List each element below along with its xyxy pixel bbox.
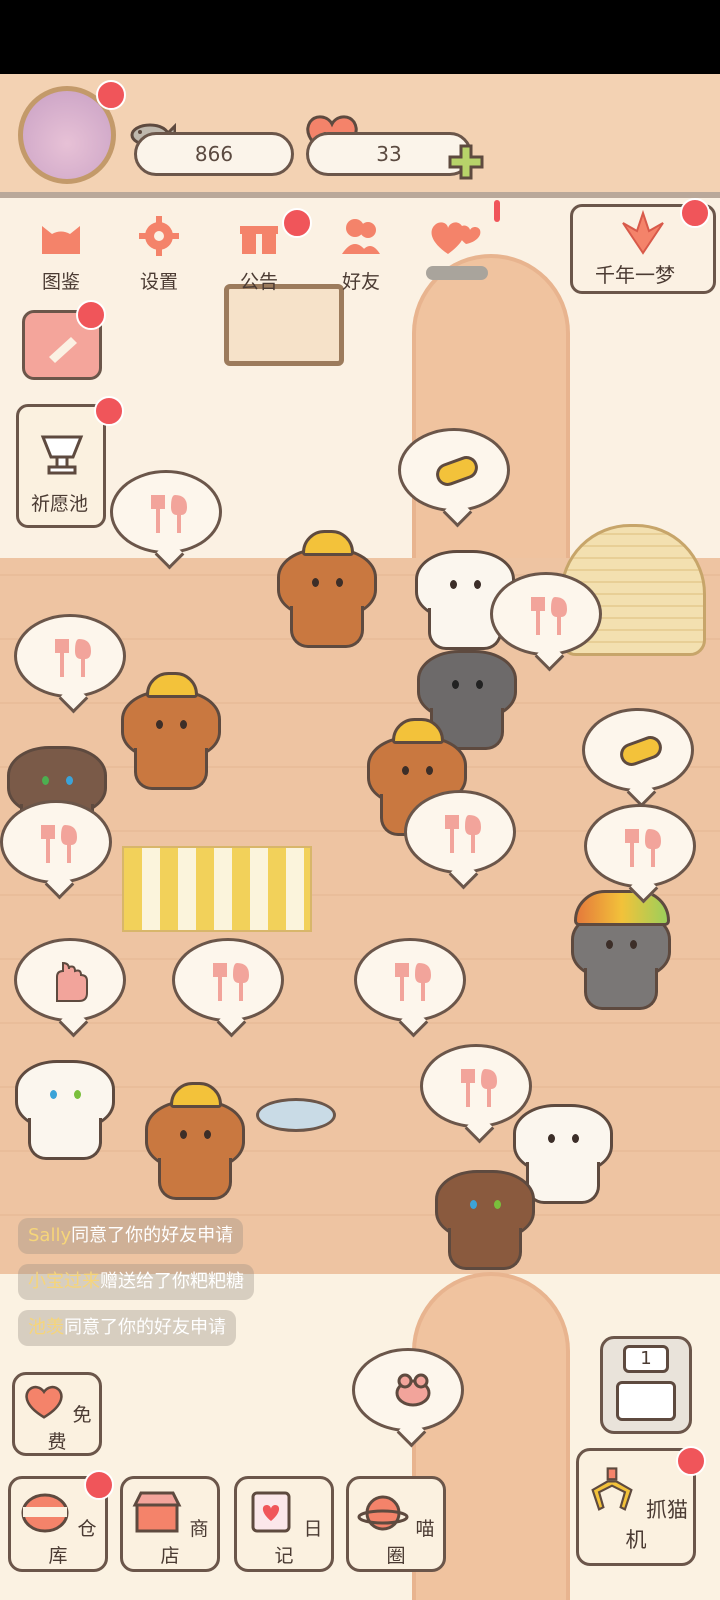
slot-count-display: 1 [623, 1345, 669, 1373]
nav-favorites[interactable] [426, 214, 496, 280]
corn-dog-icon [436, 456, 478, 486]
shop-icon [133, 1491, 182, 1533]
feed-user-name: 小宝过来 [28, 1271, 100, 1292]
slot-machine-button[interactable]: 1 [600, 1336, 692, 1434]
fork-spoon-icon [395, 963, 431, 1001]
bubble-food-request-2[interactable] [582, 708, 694, 792]
bubble-feed-request-9[interactable] [420, 1044, 532, 1128]
free-hearts-button[interactable]: 免费 [12, 1372, 102, 1456]
fork-spoon-icon [445, 815, 481, 853]
event-badge [680, 198, 710, 228]
flower-icon [622, 209, 664, 255]
storage-pot-icon [21, 1493, 69, 1533]
heart-icon [25, 1385, 64, 1419]
nav-collection-label: 图鉴 [41, 271, 80, 293]
feed-message: 同意了你的好友申请 [64, 1317, 226, 1338]
cat-white-odd-eyes[interactable] [10, 1060, 120, 1160]
photo-frame[interactable] [224, 284, 344, 366]
cat-orange-helmet-4[interactable] [140, 1082, 250, 1200]
feed-item: 池羡同意了你的好友申请 [18, 1310, 236, 1346]
feed-user-name: 池羡 [28, 1317, 64, 1338]
friends-icon [342, 219, 380, 254]
bubble-feed-request-2[interactable] [490, 572, 602, 656]
bubble-feed-request-5[interactable] [584, 804, 696, 888]
cat-rainbow-hat[interactable] [566, 890, 676, 1010]
fork-spoon-icon [151, 495, 187, 533]
fish-count: 866 [194, 142, 234, 166]
diary-icon [251, 1491, 291, 1533]
announcement-badge [282, 208, 312, 238]
claw-machine-badge [676, 1446, 706, 1476]
favorites-alert-mark [494, 200, 500, 222]
wishing-pool-button[interactable]: 祈愿池 [16, 404, 106, 528]
wishing-pool-badge [94, 396, 124, 426]
event-banner-label: 千年一梦 [595, 263, 675, 287]
add-hearts-button[interactable] [446, 142, 486, 182]
diary-button[interactable]: 日记 [234, 1476, 334, 1572]
gear-icon [139, 216, 179, 256]
fork-spoon-icon [461, 1069, 497, 1107]
cat-orange-helmet-2[interactable] [116, 672, 226, 790]
cat-tortoiseshell[interactable] [430, 1170, 540, 1270]
feed-item: 小宝过来赠送给了你粑粑糖 [18, 1264, 254, 1300]
fork-spoon-icon [41, 825, 77, 863]
feed-user-name: Sally [28, 1225, 72, 1246]
feed-message: 赠送给了你粑粑糖 [100, 1271, 244, 1292]
warehouse-badge [84, 1470, 114, 1500]
shop-button[interactable]: 商店 [120, 1476, 220, 1572]
wishing-pool-label: 祈愿池 [31, 493, 89, 515]
nav-settings-label: 设置 [139, 271, 178, 293]
claw-icon [591, 1467, 633, 1511]
striped-rug[interactable] [122, 846, 312, 932]
bubble-mouse-request[interactable] [352, 1348, 464, 1432]
fork-spoon-icon [625, 829, 661, 867]
cat-head-icon [42, 226, 80, 254]
fork-spoon-icon [55, 639, 91, 677]
bubble-pet-request[interactable] [14, 938, 126, 1022]
fish-counter: 866 [134, 132, 294, 176]
fork-spoon-icon [531, 597, 567, 635]
calendar-badge [76, 300, 106, 330]
avatar-notification-badge [96, 80, 126, 110]
bubble-feed-request-6[interactable] [0, 800, 112, 884]
slot-count: 1 [640, 1348, 652, 1369]
cat-orange-helmet[interactable] [272, 530, 382, 648]
nav-settings[interactable]: 设置 [124, 216, 194, 294]
cat-planet-icon [357, 1495, 409, 1531]
hand-icon [56, 961, 88, 1002]
bubble-feed-request-3[interactable] [14, 614, 126, 698]
feed-message: 同意了你的好友申请 [71, 1225, 234, 1246]
bubble-food-request[interactable] [398, 428, 510, 512]
gift-icon [240, 226, 278, 254]
nav-collection[interactable]: 图鉴 [26, 216, 96, 294]
heart-count: 33 [376, 142, 402, 166]
bubble-feed-request-4[interactable] [404, 790, 516, 874]
mouse-toy-icon [395, 1373, 431, 1407]
nav-announcement-label: 公告 [239, 271, 278, 293]
wall-arch [412, 254, 570, 558]
pencil-icon [49, 337, 77, 363]
fountain-icon [40, 435, 84, 475]
bubble-feed-request-8[interactable] [354, 938, 466, 1022]
hearts-icon [431, 222, 481, 254]
bubble-feed-request[interactable] [110, 470, 222, 554]
bubble-feed-request-7[interactable] [172, 938, 284, 1022]
corn-dog-icon [620, 736, 662, 766]
food-bowl[interactable] [256, 1098, 336, 1132]
nav-friends[interactable]: 好友 [326, 216, 396, 294]
fork-spoon-icon [213, 963, 249, 1001]
nav-friends-label: 好友 [341, 271, 380, 293]
cat-circle-button[interactable]: 喵圈 [346, 1476, 446, 1572]
feed-item: Sally同意了你的好友申请 [18, 1218, 244, 1254]
slot-window [616, 1381, 676, 1421]
